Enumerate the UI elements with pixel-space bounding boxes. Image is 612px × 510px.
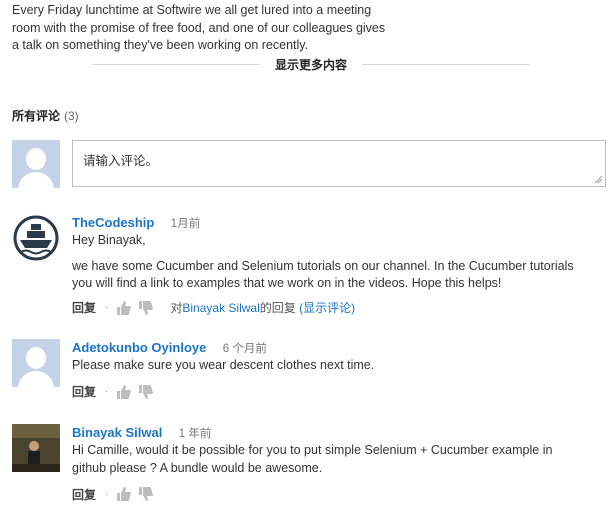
comment-line: github please ? A bundle would be awesom… [72, 460, 323, 475]
separator: · [105, 302, 109, 313]
comment-time: 6 个月前 [222, 343, 267, 355]
video-description: Every Friday lunchtime at Softwire we al… [12, 2, 412, 55]
thumbs-up-icon[interactable] [116, 384, 132, 400]
current-user-avatar [12, 140, 60, 188]
reply-button[interactable]: 回复 [72, 299, 96, 316]
comments-header: 所有评论 (3) [12, 107, 79, 124]
comments-title: 所有评论 [12, 109, 61, 123]
comment-line: we have some Cucumber and Selenium tutor… [72, 258, 574, 273]
comment-text: Please make sure you wear descent clothe… [72, 357, 608, 375]
thumbs-up-icon[interactable] [116, 486, 132, 502]
reply-button[interactable]: 回复 [72, 383, 96, 400]
thumbs-down-icon[interactable] [138, 486, 154, 502]
avatar[interactable] [12, 424, 60, 472]
reply-to-user-link[interactable]: Binayak Silwal [182, 301, 259, 315]
separator: · [105, 488, 109, 500]
description-line: room with the promise of free food, and … [12, 20, 386, 35]
ship-logo-icon [13, 215, 59, 261]
separator: · [105, 386, 109, 397]
reply-to-suffix: 的回复 [259, 301, 296, 315]
comment-line: you will find a link to examples that we… [72, 276, 502, 290]
resize-grip-icon[interactable] [593, 174, 603, 184]
avatar[interactable] [12, 339, 60, 387]
reply-to-note: 对Binayak Silwal的回复 (显示评论) [170, 299, 355, 316]
comment-time: 1 年前 [178, 428, 212, 440]
show-more-button[interactable]: 显示更多内容 [92, 56, 530, 73]
comment-text: Hi Camille, would it be possible for you… [72, 442, 608, 477]
comment-line: Hey Binayak, [72, 233, 146, 247]
comment-author[interactable]: TheCodeship [72, 215, 154, 230]
reply-button[interactable]: 回复 [72, 486, 96, 503]
description-line: Every Friday lunchtime at Softwire we al… [12, 3, 372, 17]
comment-author[interactable]: Adetokunbo Oyinloye [72, 340, 206, 355]
description-line: a talk on something they've been working… [12, 38, 309, 52]
show-more[interactable]: 显示更多内容 [92, 56, 530, 72]
show-comments-link[interactable]: (显示评论) [299, 301, 355, 315]
comments-count: (3) [64, 109, 79, 123]
comment-author[interactable]: Binayak Silwal [72, 425, 162, 440]
thumbs-down-icon[interactable] [138, 300, 154, 316]
user-photo-icon [12, 424, 60, 472]
comment-line: Please make sure you wear descent clothe… [72, 358, 375, 372]
thumbs-up-icon[interactable] [116, 300, 132, 316]
reply-to-prefix: 对 [170, 301, 183, 315]
avatar[interactable] [12, 214, 60, 262]
comment-input-placeholder: 请输入评论。 [83, 154, 159, 168]
comment-input[interactable]: 请输入评论。 [72, 140, 606, 187]
comment-text: Hey Binayak, we have some Cucumber and S… [72, 232, 608, 293]
comment-line: Hi Camille, would it be possible for you… [72, 443, 553, 457]
comment-time: 1月前 [170, 218, 201, 230]
thumbs-down-icon[interactable] [138, 384, 154, 400]
